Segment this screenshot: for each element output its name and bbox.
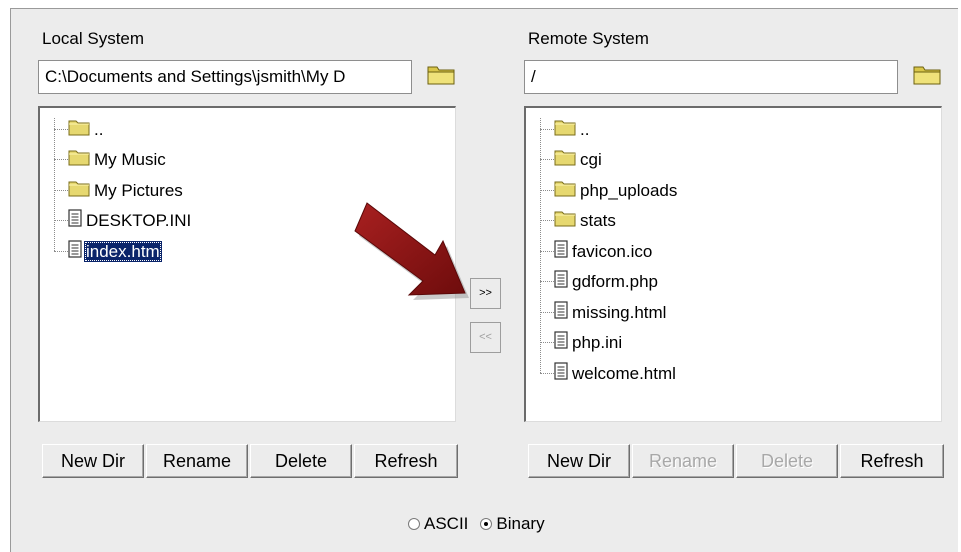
local-browse-button[interactable] xyxy=(426,62,456,86)
tree-branch-line xyxy=(540,128,554,130)
tree-item-label: php_uploads xyxy=(580,180,678,200)
tree-branch-line xyxy=(540,311,554,313)
tree-branch-line xyxy=(54,220,68,221)
remote-new-dir-button[interactable]: New Dir xyxy=(528,444,630,478)
remote-file-tree[interactable]: .. cgi php_uploadsstats favicon.ico gdform.p… xyxy=(524,106,942,422)
tree-item[interactable]: index.htm xyxy=(54,238,162,264)
file-icon xyxy=(554,300,568,324)
remote-delete-button[interactable]: Delete xyxy=(736,444,838,478)
file-icon xyxy=(68,239,82,263)
remote-system-label: Remote System xyxy=(528,29,649,48)
red-arrow-icon xyxy=(354,202,469,300)
tree-item[interactable]: My Pictures xyxy=(54,177,185,203)
tree-item-label: index.htm xyxy=(84,240,162,262)
tree-item-label: cgi xyxy=(580,150,602,169)
tree-item[interactable]: favicon.ico xyxy=(540,238,654,264)
tree-branch-line xyxy=(54,250,68,252)
upload-button[interactable]: >> xyxy=(470,278,501,309)
tree-branch-line xyxy=(540,281,554,282)
remote-rename-button[interactable]: Rename xyxy=(632,444,734,478)
file-icon xyxy=(554,361,568,385)
remote-browse-button[interactable] xyxy=(912,62,942,86)
ascii-radio[interactable]: ASCII xyxy=(408,514,468,534)
tree-item[interactable]: .. xyxy=(54,116,105,142)
tree-item-label: .. xyxy=(94,119,104,139)
tree-item[interactable]: php_uploads xyxy=(540,177,679,203)
tree-branch-line xyxy=(540,342,554,343)
radio-dot xyxy=(480,518,493,530)
tree-item-label: welcome.html xyxy=(572,363,676,383)
tree-branch-line xyxy=(540,189,554,191)
tree-item[interactable]: My Music xyxy=(54,147,168,173)
folder-icon xyxy=(68,179,90,202)
tree-item[interactable]: cgi xyxy=(540,147,604,173)
download-button[interactable]: << xyxy=(470,322,501,353)
local-refresh-button[interactable]: Refresh xyxy=(354,444,458,478)
tree-item[interactable]: .. xyxy=(540,116,591,142)
tree-item[interactable]: gdform.php xyxy=(540,269,660,295)
file-icon xyxy=(554,270,568,293)
folder-icon xyxy=(554,148,576,171)
tree-item-label: gdform.php xyxy=(572,272,658,291)
tree-item[interactable]: DESKTOP.INI xyxy=(54,208,193,234)
open-folder-icon xyxy=(427,66,455,85)
binary-radio[interactable]: Binary xyxy=(480,514,545,534)
file-icon xyxy=(68,209,82,232)
radio-dot xyxy=(408,518,420,530)
folder-icon xyxy=(554,118,576,141)
folder-icon xyxy=(68,118,90,141)
tree-item-label: My Pictures xyxy=(94,180,183,200)
tree-item[interactable]: php.ini xyxy=(540,330,624,356)
tree-item-label: missing.html xyxy=(572,302,667,322)
file-icon xyxy=(554,239,568,263)
local-rename-button[interactable]: Rename xyxy=(146,444,248,478)
tree-item[interactable]: stats xyxy=(540,208,618,234)
folder-icon xyxy=(554,179,576,202)
tree-item-label: My Music xyxy=(94,150,166,169)
tree-item-label: .. xyxy=(580,119,590,139)
binary-radio-label: Binary xyxy=(496,514,545,533)
local-system-label: Local System xyxy=(42,29,145,48)
tree-branch-line xyxy=(540,220,554,221)
tree-item-label: DESKTOP.INI xyxy=(86,211,192,230)
remote-refresh-button[interactable]: Refresh xyxy=(840,444,944,478)
tree-branch-line xyxy=(540,372,554,374)
tree-item[interactable]: missing.html xyxy=(540,299,668,325)
file-icon xyxy=(554,331,568,354)
local-delete-button[interactable]: Delete xyxy=(250,444,352,478)
tree-branch-line xyxy=(540,250,554,252)
ascii-radio-label: ASCII xyxy=(424,514,469,533)
transfer-mode-group: ASCII Binary xyxy=(408,514,557,534)
tree-branch-line xyxy=(54,189,68,191)
open-folder-icon xyxy=(913,66,941,85)
tree-item-label: favicon.ico xyxy=(572,241,653,261)
remote-path-field[interactable]: / xyxy=(524,60,898,94)
folder-icon xyxy=(68,148,90,171)
tree-branch-line xyxy=(540,159,554,160)
tree-branch-line xyxy=(54,128,68,130)
local-new-dir-button[interactable]: New Dir xyxy=(42,444,144,478)
tree-item-label: stats xyxy=(580,211,616,230)
folder-icon xyxy=(554,209,576,232)
tree-item[interactable]: welcome.html xyxy=(540,360,678,386)
local-path-field[interactable]: C:\Documents and Settings\jsmith\My D xyxy=(38,60,412,94)
tree-branch-line xyxy=(54,159,68,160)
tree-item-label: php.ini xyxy=(572,333,623,352)
